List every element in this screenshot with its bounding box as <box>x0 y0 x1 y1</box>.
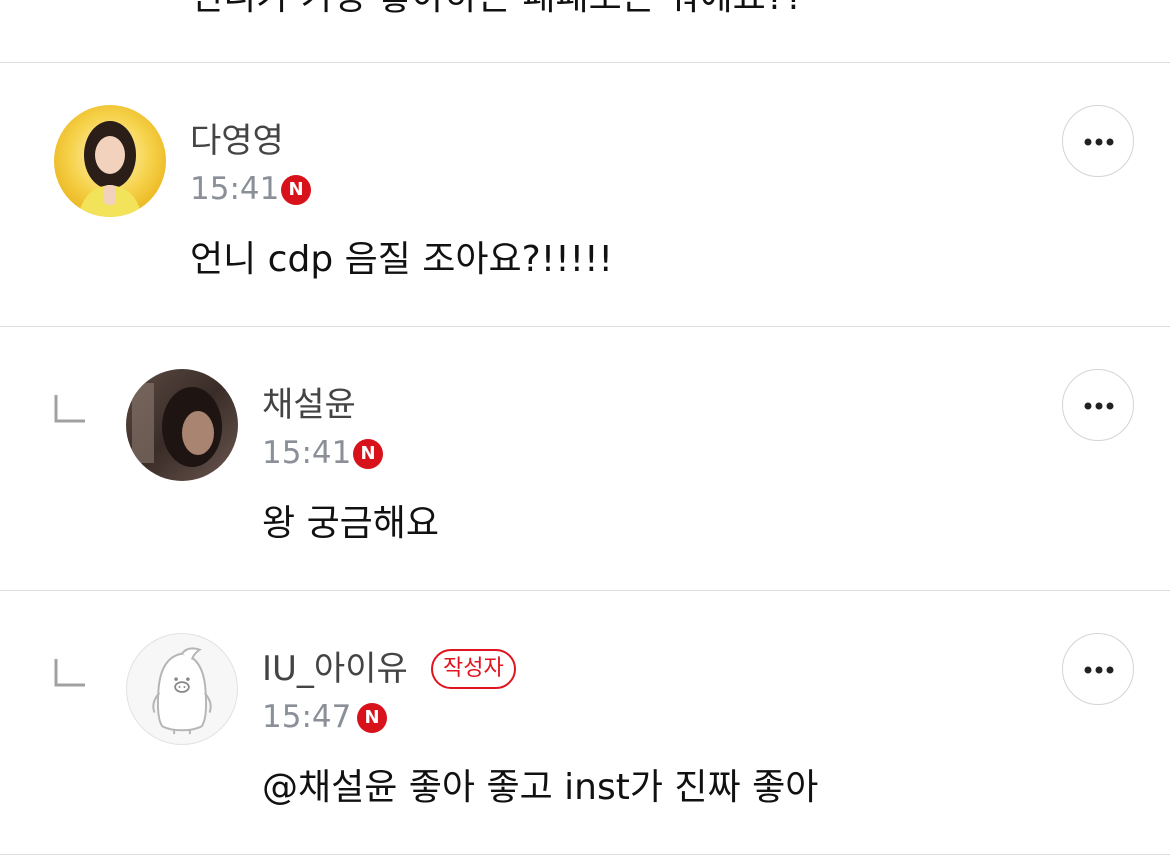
reply-arrow-icon <box>54 659 85 687</box>
comment-text: @채설윤 좋아 좋고 inst가 진짜 좋아 <box>262 767 819 808</box>
penguin-icon <box>152 647 212 735</box>
comment-item: 다영영 15:41 N 언니 cdp 음질 조아요?!!!!! <box>0 63 1170 326</box>
comment-text: 언니 cdp 음질 조아요?!!!!! <box>190 239 613 280</box>
comment-time: 15:47 <box>262 699 352 735</box>
user-avatar[interactable] <box>54 105 166 217</box>
comment-author[interactable]: 채설윤 <box>262 385 356 425</box>
reply-item: 채설윤 15:41 N 왕 궁금해요 <box>0 327 1170 590</box>
comment-text: 왕 궁금해요 <box>262 503 440 544</box>
new-badge: N <box>357 703 387 733</box>
ellipsis-icon <box>1084 402 1114 410</box>
new-badge: N <box>281 175 311 205</box>
more-options-button[interactable] <box>1062 633 1134 705</box>
new-badge: N <box>353 439 383 469</box>
comment-list: 언니가 가장 좋아하는 패패오는 뭐예요?? 다영영 15:41 <box>0 0 1170 866</box>
ellipsis-icon <box>1084 666 1114 674</box>
comment-time: 15:41 <box>190 171 280 207</box>
more-options-button[interactable] <box>1062 369 1134 441</box>
ellipsis-icon <box>1084 138 1114 146</box>
more-options-button[interactable] <box>1062 105 1134 177</box>
previous-comment-text: 언니가 가장 좋아하는 패패오는 뭐예요?? <box>190 0 804 18</box>
writer-badge: 작성자 <box>431 649 516 689</box>
user-avatar[interactable] <box>126 633 238 745</box>
divider <box>0 854 1170 855</box>
comment-time: 15:41 <box>262 435 352 471</box>
reply-item: IU_아이유 작성자 15:47 N @채설윤 좋아 좋고 inst가 진짜 좋… <box>0 591 1170 854</box>
comment-author[interactable]: IU_아이유 <box>262 649 408 689</box>
reply-arrow-icon <box>54 395 85 423</box>
comment-author[interactable]: 다영영 <box>190 121 284 161</box>
user-avatar[interactable] <box>126 369 238 481</box>
